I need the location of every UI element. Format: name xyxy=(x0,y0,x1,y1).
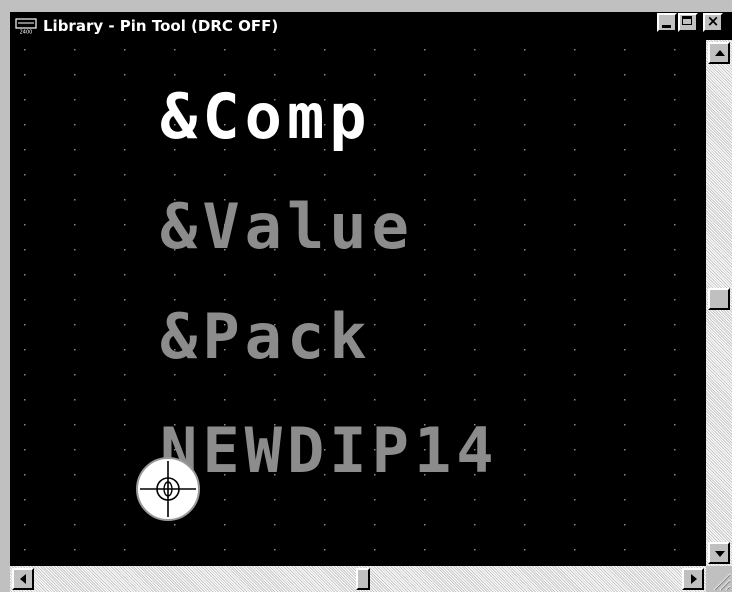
maximize-button[interactable] xyxy=(678,13,698,32)
window-title: Library - Pin Tool (DRC OFF) xyxy=(43,17,279,35)
resize-grip[interactable] xyxy=(706,566,732,592)
value-label[interactable]: &Value xyxy=(160,190,414,263)
arrow-left-icon xyxy=(20,574,26,584)
scroll-right-button[interactable] xyxy=(682,568,704,590)
part-name-label[interactable]: NEWDIP14 xyxy=(160,414,499,487)
scroll-left-button[interactable] xyxy=(12,568,34,590)
horizontal-scrollbar[interactable] xyxy=(10,566,706,592)
arrow-down-icon xyxy=(715,551,725,557)
arrow-right-icon xyxy=(691,574,697,584)
horizontal-scroll-thumb[interactable] xyxy=(356,568,370,590)
app-icon-caption: 2400 xyxy=(20,30,33,35)
design-canvas[interactable]: &Comp &Value &Pack NEWDIP14 xyxy=(10,40,706,566)
maximize-icon xyxy=(682,16,692,25)
title-bar[interactable]: 2400 Library - Pin Tool (DRC OFF) xyxy=(10,12,732,40)
pin-tool-cursor-icon xyxy=(136,457,200,521)
comp-label[interactable]: &Comp xyxy=(160,80,372,153)
canvas-drawing: &Comp &Value &Pack NEWDIP14 xyxy=(24,49,676,551)
resize-grip-icon xyxy=(713,573,731,591)
close-button[interactable]: × xyxy=(703,12,723,32)
arrow-up-icon xyxy=(715,50,725,56)
minimize-button[interactable] xyxy=(657,13,677,32)
vertical-scrollbar[interactable] xyxy=(706,40,732,566)
minimize-icon xyxy=(662,25,671,28)
pack-label[interactable]: &Pack xyxy=(160,300,372,373)
vertical-scroll-thumb[interactable] xyxy=(708,288,730,310)
scroll-up-button[interactable] xyxy=(708,42,730,64)
scroll-down-button[interactable] xyxy=(708,542,730,564)
close-icon: × xyxy=(706,12,720,30)
library-window: 2400 Library - Pin Tool (DRC OFF) × &Com… xyxy=(0,0,732,592)
pcb-board-icon: 2400 xyxy=(15,18,37,34)
